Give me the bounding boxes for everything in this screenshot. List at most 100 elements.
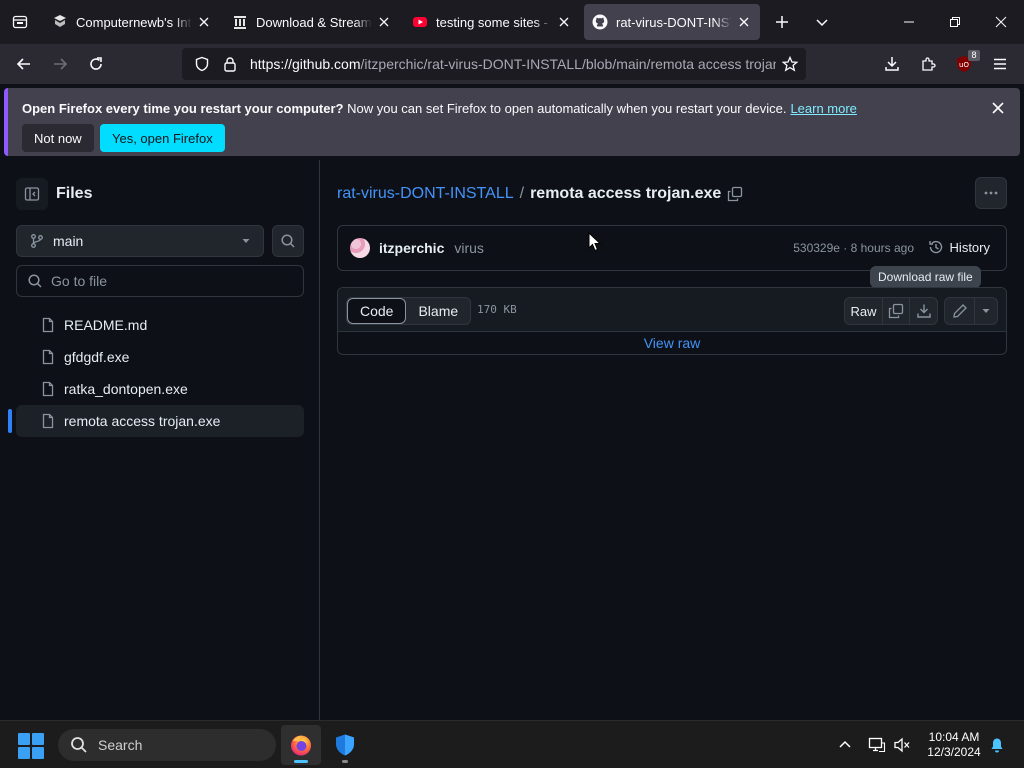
edit-dropdown-button[interactable]	[975, 298, 997, 324]
file-content-box: Code Blame 170 KB Raw View raw	[337, 287, 1007, 355]
breadcrumb-repo-link[interactable]: rat-virus-DONT-INSTALL	[337, 185, 514, 203]
windows-logo-icon	[18, 747, 30, 759]
history-button[interactable]: History	[928, 239, 990, 255]
computernewb-favicon-icon	[52, 14, 68, 30]
windows-taskbar: Search 10:04 AM 12/3/2024	[0, 720, 1024, 768]
reload-button[interactable]	[78, 48, 114, 80]
code-blame-toggle: Code Blame	[346, 297, 472, 325]
github-page: Files main Go to file README.md gfdgdf.e…	[0, 160, 1024, 720]
taskbar-clock[interactable]: 10:04 AM 12/3/2024	[916, 730, 992, 760]
tab-download-streaming[interactable]: Download & Streaming	[224, 4, 400, 40]
puzzle-icon	[922, 57, 936, 71]
bookmark-star-icon[interactable]	[776, 50, 804, 78]
commit-meta[interactable]: 530329e · 8 hours ago	[793, 241, 914, 255]
edit-file-button[interactable]	[945, 298, 975, 324]
new-tab-button[interactable]	[762, 2, 802, 42]
tab-youtube[interactable]: testing some sites - Yo	[404, 4, 580, 40]
file-icon	[40, 381, 56, 397]
padlock-icon[interactable]	[216, 50, 244, 78]
file-tree-item-label: gfdgdf.exe	[64, 349, 130, 365]
minimize-button[interactable]	[886, 0, 932, 44]
window-close-button[interactable]	[978, 0, 1024, 44]
taskbar-windows-security[interactable]	[325, 725, 365, 765]
extensions-button[interactable]	[910, 48, 946, 80]
copy-icon	[728, 186, 743, 202]
triangle-down-icon	[242, 239, 250, 243]
sidebar-header: Files	[16, 178, 92, 210]
file-tree-item[interactable]: README.md	[16, 309, 304, 341]
notification-text: Now you can set Firefox to open automati…	[347, 101, 787, 116]
windows-logo-icon	[18, 733, 30, 745]
view-raw-link[interactable]: View raw	[338, 332, 1006, 354]
avatar[interactable]	[350, 238, 370, 258]
learn-more-link[interactable]: Learn more	[790, 101, 856, 116]
branch-selector[interactable]: main	[16, 225, 264, 257]
clock-time: 10:04 AM	[928, 730, 980, 744]
tab-title: rat-virus-DONT-INSTA	[616, 14, 732, 30]
tab-title: testing some sites - Yo	[436, 14, 552, 30]
copy-path-button[interactable]	[727, 186, 743, 202]
url-text[interactable]: https://github.com/itzperchic/rat-virus-…	[250, 56, 776, 72]
taskbar-search-box[interactable]: Search	[58, 729, 276, 761]
commit-author[interactable]: itzperchic	[379, 240, 444, 256]
tab-github-active[interactable]: rat-virus-DONT-INSTA	[584, 4, 760, 40]
forward-button[interactable]	[42, 48, 78, 80]
url-path: /itzperchic/rat-virus-DONT-INSTALL/blob/…	[360, 56, 776, 72]
tracking-protection-shield-icon[interactable]	[188, 50, 216, 78]
firefox-view-button[interactable]	[0, 0, 40, 44]
file-tree-item-selected[interactable]: remota access trojan.exe	[8, 405, 304, 437]
raw-button[interactable]: Raw	[845, 298, 883, 324]
search-icon	[281, 234, 295, 248]
plus-icon	[776, 16, 788, 28]
app-menu-button[interactable]	[982, 48, 1018, 80]
tab-close-icon[interactable]	[376, 14, 392, 30]
volume-tray-button[interactable]	[890, 733, 914, 757]
back-button[interactable]	[6, 48, 42, 80]
file-tree-sidebar: Files main Go to file README.md gfdgdf.e…	[0, 160, 320, 720]
taskbar-firefox[interactable]	[281, 725, 321, 765]
windows-logo-icon	[32, 733, 44, 745]
windows-logo-icon	[32, 747, 44, 759]
go-to-file-input[interactable]: Go to file	[16, 265, 304, 297]
more-options-button[interactable]	[975, 177, 1007, 209]
ublock-extension-button[interactable]: uO 8	[946, 48, 982, 80]
notification-close-button[interactable]	[988, 98, 1008, 118]
search-files-button[interactable]	[272, 225, 304, 257]
collapse-sidebar-button[interactable]	[16, 178, 48, 210]
download-icon	[885, 57, 899, 71]
not-now-button[interactable]: Not now	[22, 124, 94, 152]
open-firefox-button[interactable]: Yes, open Firefox	[100, 124, 225, 152]
list-all-tabs-button[interactable]	[802, 2, 842, 42]
copy-icon	[888, 303, 904, 319]
download-raw-button[interactable]	[910, 298, 937, 324]
url-bar[interactable]: https://github.com/itzperchic/rat-virus-…	[182, 48, 806, 80]
downloads-button[interactable]	[874, 48, 910, 80]
file-tree-item-label: README.md	[64, 317, 148, 333]
file-tree-item[interactable]: ratka_dontopen.exe	[16, 373, 304, 405]
firefox-view-icon	[12, 15, 28, 29]
history-icon	[928, 239, 944, 255]
file-view: rat-virus-DONT-INSTALL / remota access t…	[337, 160, 1007, 720]
code-tab[interactable]: Code	[347, 298, 407, 324]
tab-close-icon[interactable]	[736, 14, 752, 30]
edit-actions-group	[944, 297, 998, 325]
commit-message[interactable]: virus	[454, 240, 484, 256]
tab-close-icon[interactable]	[196, 14, 212, 30]
start-button[interactable]	[18, 733, 44, 759]
notifications-button[interactable]	[985, 733, 1009, 757]
history-label: History	[949, 239, 990, 255]
search-icon	[28, 274, 42, 288]
blame-tab[interactable]: Blame	[406, 298, 470, 324]
restore-button[interactable]	[932, 0, 978, 44]
show-hidden-icons-button[interactable]	[833, 733, 857, 757]
copy-raw-button[interactable]	[883, 298, 910, 324]
url-host: https://github.com	[250, 56, 361, 72]
network-tray-button[interactable]	[865, 733, 889, 757]
tab-computernewb[interactable]: Computernewb's Intern	[44, 4, 220, 40]
pencil-icon	[952, 304, 967, 318]
file-tree-item[interactable]: gfdgdf.exe	[16, 341, 304, 373]
tab-close-icon[interactable]	[556, 14, 572, 30]
bell-icon	[991, 738, 1003, 753]
running-app-indicator	[342, 760, 348, 763]
sidebar-collapse-icon	[24, 187, 40, 201]
